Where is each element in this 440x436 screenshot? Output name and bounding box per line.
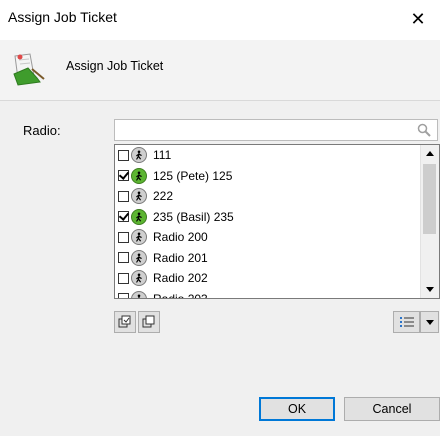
radio-checkbox[interactable] — [118, 211, 129, 223]
radio-checkbox[interactable] — [118, 190, 129, 202]
radio-checkbox[interactable] — [118, 272, 129, 284]
header-label: Assign Job Ticket — [66, 59, 164, 73]
walking-person-icon — [131, 249, 147, 266]
ok-button[interactable]: OK — [259, 397, 335, 421]
window-title: Assign Job Ticket — [8, 9, 117, 25]
arrow-down-icon — [426, 287, 434, 292]
dialog-header: Assign Job Ticket — [0, 40, 440, 101]
search-box — [114, 119, 438, 141]
radio-checkbox[interactable] — [118, 170, 129, 182]
select-all-button[interactable] — [114, 311, 136, 333]
arrow-up-icon — [426, 151, 434, 156]
assign-ticket-icon — [13, 53, 45, 86]
radio-list-item[interactable]: Radio 201 — [115, 248, 420, 269]
title-bar: Assign Job Ticket ✕ — [0, 0, 440, 40]
list-scrollbar[interactable] — [420, 145, 439, 298]
cancel-button[interactable]: Cancel — [344, 397, 440, 421]
select-all-icon — [118, 315, 131, 328]
radio-item-label: Radio 202 — [153, 271, 208, 286]
radio-label: Radio: — [23, 123, 61, 138]
radio-checkbox[interactable] — [118, 231, 129, 243]
list-view-button[interactable] — [393, 311, 420, 333]
scroll-up-button[interactable] — [421, 145, 439, 162]
walking-person-icon — [131, 188, 147, 205]
deselect-all-icon — [142, 315, 155, 328]
walking-person-icon — [131, 270, 147, 287]
walking-person-icon — [131, 208, 147, 225]
walking-person-icon — [131, 147, 147, 164]
radio-list-item[interactable]: 125 (Pete) 125 — [115, 166, 420, 187]
radio-list-item[interactable]: 111 — [115, 145, 420, 166]
close-button[interactable]: ✕ — [396, 0, 440, 40]
radio-item-label: 111 — [153, 148, 172, 163]
radio-list-item[interactable]: 222 — [115, 186, 420, 207]
search-icon[interactable] — [417, 123, 431, 137]
walking-person-icon — [131, 167, 147, 184]
radio-list-item[interactable]: 235 (Basil) 235 — [115, 207, 420, 228]
scroll-thumb[interactable] — [423, 164, 436, 234]
radio-checkbox[interactable] — [118, 149, 129, 161]
radio-checkbox[interactable] — [118, 293, 129, 298]
radio-list: 111 125 (Pete) 125 222 235 (Basil) 235 Radio… — [114, 144, 440, 299]
list-view-icon — [399, 317, 414, 327]
radio-list-items: 111 125 (Pete) 125 222 235 (Basil) 235 Radio… — [115, 145, 420, 299]
chevron-down-icon — [425, 319, 434, 325]
radio-item-label: 235 (Basil) 235 — [153, 209, 234, 224]
radio-item-label: Radio 203 — [153, 291, 208, 299]
radio-list-item[interactable]: Radio 203 — [115, 289, 420, 299]
radio-item-label: Radio 201 — [153, 250, 208, 265]
dialog-body: Radio: 111 125 (Pete) 125 222 235 (Basil) 2… — [0, 101, 440, 436]
radio-item-label: 125 (Pete) 125 — [153, 168, 233, 183]
search-input[interactable] — [119, 121, 413, 141]
scroll-down-button[interactable] — [421, 281, 439, 298]
walking-person-icon — [131, 290, 147, 298]
radio-checkbox[interactable] — [118, 252, 129, 264]
radio-list-item[interactable]: Radio 200 — [115, 227, 420, 248]
radio-item-label: Radio 200 — [153, 230, 208, 245]
walking-person-icon — [131, 229, 147, 246]
view-options-dropdown[interactable] — [420, 311, 439, 333]
radio-list-item[interactable]: Radio 202 — [115, 268, 420, 289]
radio-item-label: 222 — [153, 189, 174, 204]
deselect-all-button[interactable] — [138, 311, 160, 333]
